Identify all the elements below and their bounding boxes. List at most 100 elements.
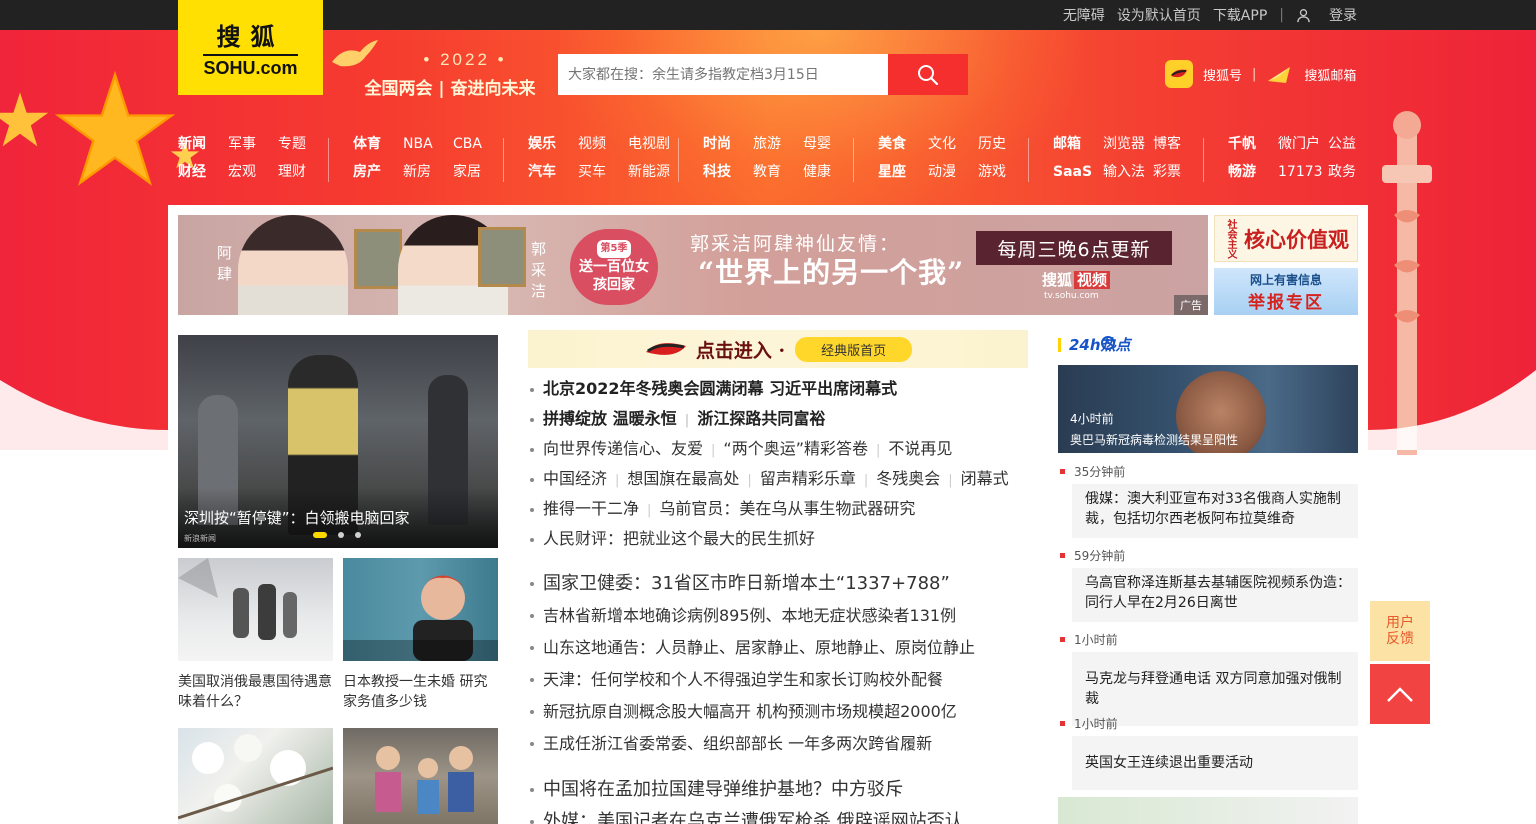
news-link[interactable]: 不说再见 bbox=[888, 439, 952, 458]
nav-item[interactable]: 动漫 bbox=[928, 160, 978, 188]
news-link[interactable]: 中国将在孟加拉国建导弹维护基地？中方驳斥 bbox=[528, 774, 1028, 806]
nav-item[interactable]: 军事 bbox=[228, 132, 278, 160]
classic-button[interactable]: 经典版首页 bbox=[795, 336, 913, 362]
hot-item[interactable]: 59分钟前 乌高官称泽连斯基去基辅医院视频系伪造：同行人早在2月26日离世 bbox=[1058, 548, 1358, 622]
nav-item[interactable]: 政务 bbox=[1328, 160, 1378, 188]
nav-item[interactable]: 买车 bbox=[578, 160, 628, 188]
thumbnail-caption[interactable]: 美国取消俄最惠国待遇意味着什么？ bbox=[178, 672, 333, 712]
nav-item[interactable]: 时尚 bbox=[703, 132, 753, 160]
nav-item[interactable]: 畅游 bbox=[1228, 160, 1278, 188]
feedback-button[interactable]: 用户 反馈 bbox=[1370, 601, 1430, 661]
set-home-link[interactable]: 设为默认首页 bbox=[1117, 5, 1201, 25]
news-link[interactable]: 国家卫健委：31省区市昨日新增本土“1337+788” bbox=[528, 568, 1028, 600]
slide-dot[interactable] bbox=[338, 532, 344, 538]
nav-item[interactable]: 家居 bbox=[453, 160, 503, 188]
news-link[interactable]: 外媒：美国记者在乌克兰遭俄军枪杀 俄辟谣网站否认 bbox=[528, 806, 1028, 824]
slide-dot[interactable] bbox=[313, 532, 327, 538]
classic-version-entry[interactable]: 点击进入 · 经典版首页 bbox=[528, 330, 1028, 368]
nav-item[interactable]: 新房 bbox=[403, 160, 453, 188]
nav-item[interactable]: 新能源 bbox=[628, 160, 678, 188]
sohu-mail-link[interactable]: 搜狐邮箱 bbox=[1266, 60, 1356, 88]
nav-item[interactable]: 千帆 bbox=[1228, 132, 1278, 160]
nav-item[interactable]: 浏览器 bbox=[1103, 132, 1153, 160]
nav-item[interactable]: 游戏 bbox=[978, 160, 1028, 188]
nav-item[interactable]: 彩票 bbox=[1153, 160, 1203, 188]
nav-item[interactable]: 新闻 bbox=[178, 132, 228, 160]
nav-item[interactable]: 视频 bbox=[578, 132, 628, 160]
news-thumbnail[interactable] bbox=[343, 558, 498, 661]
nav-item[interactable]: CBA bbox=[453, 132, 503, 160]
hot-next-image[interactable] bbox=[1058, 797, 1358, 824]
nav-item[interactable]: 旅游 bbox=[753, 132, 803, 160]
news-link[interactable]: 中国经济 bbox=[543, 469, 607, 488]
news-link[interactable]: 吉林省新增本地确诊病例895例、本地无症状感染者131例 bbox=[528, 600, 1028, 632]
nav-item[interactable]: SaaS bbox=[1053, 160, 1103, 188]
focus-slideshow[interactable]: 深圳按“暂停键”：白领搬电脑回家 新浪新闻 bbox=[178, 335, 498, 548]
hot-item-title[interactable]: 乌高官称泽连斯基去基辅医院视频系伪造：同行人早在2月26日离世 bbox=[1072, 568, 1358, 622]
nav-item[interactable]: 汽车 bbox=[528, 160, 578, 188]
news-link[interactable]: 人民财评：把就业这个最大的民生抓好 bbox=[543, 529, 815, 548]
accessibility-link[interactable]: 无障碍 bbox=[1063, 5, 1105, 25]
nav-item[interactable]: 微门户 bbox=[1278, 132, 1328, 160]
nav-item[interactable]: 博客 bbox=[1153, 132, 1203, 160]
nav-item[interactable]: 体育 bbox=[353, 132, 403, 160]
sohu-hao-link[interactable]: 搜狐号 bbox=[1165, 60, 1242, 88]
nav-item[interactable]: 房产 bbox=[353, 160, 403, 188]
nav-item[interactable]: 健康 bbox=[803, 160, 853, 188]
nav-item[interactable]: 美食 bbox=[878, 132, 928, 160]
hot-item-title[interactable]: 俄媒：澳大利亚宣布对33名俄商人实施制裁，包括切尔西老板阿布拉莫维奇 bbox=[1072, 484, 1358, 538]
report-zone-ad[interactable]: 网上有害信息 举报专区 bbox=[1214, 268, 1358, 315]
hot-item-title[interactable]: 英国女王连续退出重要活动 bbox=[1072, 736, 1358, 790]
news-link[interactable]: 留声精彩乐章 bbox=[760, 469, 856, 488]
core-values-ad[interactable]: 社会主义 核心价值观 bbox=[1214, 215, 1358, 262]
search-button[interactable] bbox=[888, 54, 968, 95]
hot-item[interactable]: 1小时前 马克龙与拜登通电话 双方同意加强对俄制裁 bbox=[1058, 632, 1358, 726]
news-thumbnail[interactable] bbox=[178, 728, 333, 824]
news-link[interactable]: 闭幕式 bbox=[961, 469, 1009, 488]
nav-item[interactable]: 电视剧 bbox=[628, 132, 678, 160]
news-thumbnail[interactable] bbox=[343, 728, 498, 824]
sohu-logo[interactable]: 搜狐 SOHU.com bbox=[178, 0, 323, 95]
nav-item[interactable]: 输入法 bbox=[1103, 160, 1153, 188]
news-link[interactable]: 浙江探路共同富裕 bbox=[697, 409, 825, 428]
news-link[interactable]: 山东这地通告：人员静止、居家静止、原地静止、原岗位静止 bbox=[528, 632, 1028, 664]
back-to-top-button[interactable] bbox=[1370, 664, 1430, 724]
nav-item[interactable]: 教育 bbox=[753, 160, 803, 188]
news-link[interactable]: 拼搏绽放 温暖永恒 bbox=[543, 409, 677, 428]
hot-item[interactable]: 1小时前 英国女王连续退出重要活动 bbox=[1058, 716, 1358, 790]
news-link[interactable]: 新冠抗原自测概念股大幅高开 机构预测市场规模超2000亿 bbox=[528, 696, 1028, 728]
nav-item[interactable]: 理财 bbox=[278, 160, 328, 188]
nav-item[interactable]: 邮箱 bbox=[1053, 132, 1103, 160]
hot-top-story[interactable]: 4小时前 奥巴马新冠病毒检测结果呈阳性 bbox=[1058, 365, 1358, 453]
news-link[interactable]: 王成任浙江省委常委、组织部部长 一年多两次跨省履新 bbox=[528, 728, 1028, 760]
nav-item[interactable]: 母婴 bbox=[803, 132, 853, 160]
video-banner-ad[interactable]: 阿肆 郭采洁 第5季 送一百位女孩回家 郭采洁阿肆神仙友情： “世界上的另一个我… bbox=[178, 215, 1208, 315]
hot-item[interactable]: 35分钟前 俄媒：澳大利亚宣布对33名俄商人实施制裁，包括切尔西老板阿布拉莫维奇 bbox=[1058, 464, 1358, 538]
login-link[interactable]: 登录 bbox=[1296, 5, 1357, 25]
thumbnail-caption[interactable]: 日本教授一生未婚 研究家务值多少钱 bbox=[343, 672, 498, 712]
nav-item[interactable]: 星座 bbox=[878, 160, 928, 188]
nav-item[interactable]: 公益 bbox=[1328, 132, 1378, 160]
nav-item[interactable]: 专题 bbox=[278, 132, 328, 160]
news-link[interactable]: “两个奥运”精彩答卷 bbox=[723, 439, 868, 458]
nav-item[interactable]: 历史 bbox=[978, 132, 1028, 160]
slide-dot[interactable] bbox=[355, 532, 361, 538]
news-link[interactable]: 想国旗在最高处 bbox=[627, 469, 739, 488]
news-thumbnail[interactable] bbox=[178, 558, 333, 661]
two-sessions-slogan[interactable]: • 2022 • 全国两会 | 奋进向未来 bbox=[332, 40, 540, 99]
news-link[interactable]: 向世界传递信心、友爱 bbox=[543, 439, 703, 458]
nav-item[interactable]: 娱乐 bbox=[528, 132, 578, 160]
download-app-link[interactable]: 下载APP bbox=[1213, 5, 1267, 25]
nav-item[interactable]: 17173 bbox=[1278, 160, 1328, 188]
news-link[interactable]: 推得一干二净 bbox=[543, 499, 639, 518]
news-link[interactable]: 乌前官员：美在乌从事生物武器研究 bbox=[659, 499, 915, 518]
search-input[interactable] bbox=[558, 54, 888, 95]
nav-item[interactable]: 科技 bbox=[703, 160, 753, 188]
news-link[interactable]: 天津：任何学校和个人不得强迫学生和家长订购校外配餐 bbox=[528, 664, 1028, 696]
nav-item[interactable]: NBA bbox=[403, 132, 453, 160]
nav-item[interactable]: 宏观 bbox=[228, 160, 278, 188]
news-link[interactable]: 北京2022年冬残奥会圆满闭幕 习近平出席闭幕式 bbox=[543, 379, 897, 398]
nav-item[interactable]: 文化 bbox=[928, 132, 978, 160]
nav-item[interactable]: 财经 bbox=[178, 160, 228, 188]
news-link[interactable]: 冬残奥会 bbox=[876, 469, 940, 488]
